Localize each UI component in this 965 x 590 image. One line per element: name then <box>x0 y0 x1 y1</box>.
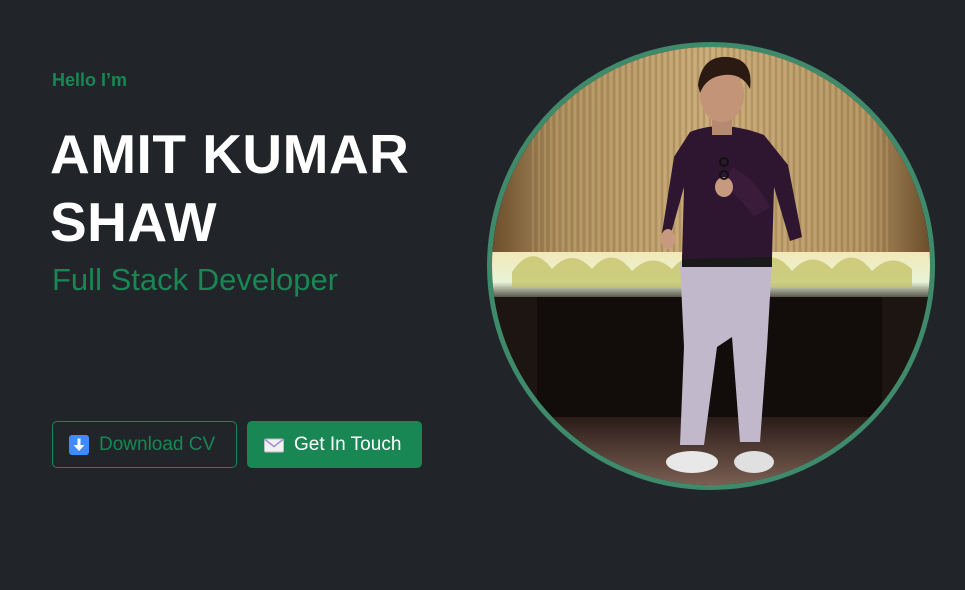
profile-photo <box>487 42 935 490</box>
hero-section: Hello I’m AMIT KUMAR SHAW Full Stack Dev… <box>0 0 965 590</box>
get-in-touch-button[interactable]: Get In Touch <box>247 421 422 468</box>
greeting-text: Hello I’m <box>52 70 128 90</box>
download-cv-button[interactable]: Download CV <box>52 421 237 468</box>
get-in-touch-label: Get In Touch <box>294 433 402 455</box>
hero-name: AMIT KUMAR SHAW <box>50 123 410 253</box>
download-cv-label: Download CV <box>99 433 216 455</box>
envelope-icon <box>264 435 284 455</box>
download-arrow-icon <box>69 434 89 455</box>
profile-photo-illustration <box>492 47 930 485</box>
job-title: Full Stack Developer <box>52 262 339 297</box>
